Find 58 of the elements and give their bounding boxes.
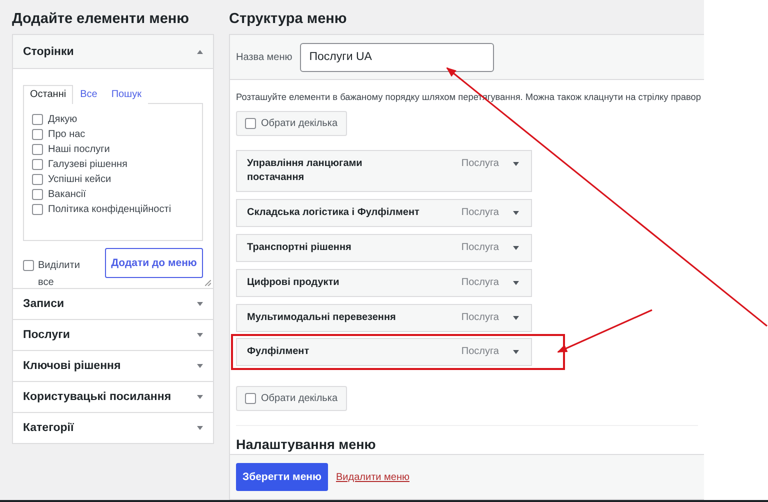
expand-icon[interactable] — [513, 211, 519, 215]
select-all-label: Виділити все — [38, 259, 81, 290]
expand-icon[interactable] — [513, 350, 519, 354]
accordion-header[interactable]: Послуги — [13, 320, 213, 351]
menu-item-type: Послуга — [461, 312, 499, 323]
page-label: Успішні кейси — [48, 174, 112, 185]
menu-item[interactable]: Управління ланцюгами постачання Послуга — [236, 150, 532, 192]
checkbox[interactable] — [32, 204, 43, 215]
accordion-header[interactable]: Категорії — [13, 413, 213, 443]
menu-item[interactable]: Складська логістика і Фулфілмент Послуга — [236, 199, 532, 227]
checkbox[interactable] — [32, 114, 43, 125]
section-title: Структура меню — [229, 10, 348, 29]
accordion-header[interactable]: Записи — [13, 289, 213, 320]
expand-icon[interactable] — [513, 281, 519, 285]
tab[interactable]: Останні — [23, 85, 74, 104]
bulk-select-button[interactable]: Обрати декілька — [236, 386, 347, 411]
expand-icon[interactable] — [513, 162, 519, 166]
checkbox[interactable] — [23, 260, 34, 271]
checkbox[interactable] — [32, 189, 43, 200]
expand-icon[interactable] — [513, 246, 519, 250]
page-label: Про нас — [48, 129, 86, 140]
menu-item[interactable]: Фулфілмент Послуга — [236, 338, 532, 366]
checkbox[interactable] — [32, 144, 43, 155]
delete-menu-link[interactable]: Видалити меню — [336, 472, 410, 482]
accordion-header[interactable]: Користувацькі посилання — [13, 382, 213, 413]
save-menu-button[interactable]: Зберегти меню — [236, 463, 328, 491]
resize-handle-icon[interactable] — [205, 280, 211, 286]
menu-item-type: Послуга — [461, 277, 499, 288]
menu-item-title: Транспортні рішення — [247, 241, 352, 255]
page-label: Наші послуги — [48, 144, 110, 155]
menu-item-title: Фулфілмент — [247, 345, 310, 359]
settings-heading: Налаштування меню — [236, 436, 377, 453]
bulk-select-button[interactable]: Обрати декілька — [236, 111, 347, 136]
accordion-header[interactable]: Ключові рішення — [13, 351, 213, 382]
menu-item-title: Мультимодальні перевезення — [247, 311, 397, 325]
field-label: Назва меню — [236, 52, 292, 62]
accordion-header[interactable]: Сторінки — [13, 35, 213, 69]
menu-name-field[interactable]: Послуги UA — [300, 42, 494, 72]
menu-item-type: Послуга — [461, 242, 499, 253]
menu-item-title: Управління ланцюгами постачання — [247, 157, 364, 185]
menu-item-type: Послуга — [461, 346, 499, 357]
checkbox[interactable] — [32, 159, 43, 170]
menu-item-type: Послуга — [461, 207, 499, 218]
add-to-menu-button[interactable]: Додати до меню — [105, 248, 203, 278]
page-label: Політика конфіденційності — [48, 204, 172, 215]
menu-item[interactable]: Мультимодальні перевезення Послуга — [236, 304, 532, 332]
page-label: Вакансії — [48, 189, 86, 200]
section-title: Додайте елементи меню — [12, 10, 190, 29]
menu-item-title: Складська логістика і Фулфілмент — [247, 206, 420, 220]
menu-item-type: Послуга — [461, 158, 499, 169]
page-label: Галузеві рішення — [48, 159, 128, 170]
menu-item[interactable]: Цифрові продукти Послуга — [236, 269, 532, 297]
checkbox[interactable] — [32, 129, 43, 140]
expand-icon[interactable] — [513, 316, 519, 320]
checkbox[interactable] — [32, 174, 43, 185]
menu-item[interactable]: Транспортні рішення Послуга — [236, 234, 532, 262]
page-label: Дякую — [48, 114, 78, 125]
menu-item-title: Цифрові продукти — [247, 276, 340, 290]
